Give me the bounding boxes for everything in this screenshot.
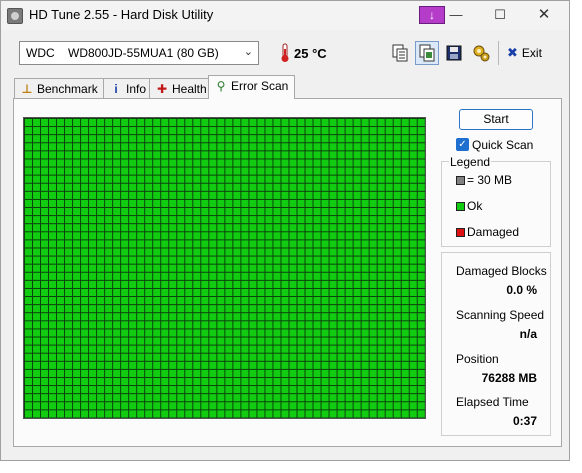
position-label: Position (456, 352, 499, 366)
copy-text-icon (392, 44, 408, 62)
app-icon (7, 8, 23, 24)
damaged-blocks-value: 0.0 % (506, 283, 537, 297)
copy-info-button[interactable] (415, 41, 439, 65)
toolbar-separator (498, 41, 499, 65)
tab-benchmark[interactable]: ⊥ Benchmark (14, 78, 105, 98)
legend-damaged-swatch (456, 228, 465, 237)
legend-ok-label: Ok (467, 199, 483, 213)
close-icon[interactable]: ✕ (527, 3, 561, 27)
legend-ok-swatch (456, 202, 465, 211)
save-button[interactable] (442, 41, 466, 65)
options-icon (473, 45, 490, 62)
elapsed-time-value: 0:37 (512, 414, 537, 428)
exit-button[interactable]: ✖ Exit (507, 45, 542, 61)
start-button[interactable]: Start (459, 109, 533, 130)
scan-block-grid (23, 117, 426, 419)
legend-title: Legend (449, 155, 492, 169)
tab-health-label: Health (172, 82, 207, 96)
tab-error-scan-label: Error Scan (231, 79, 289, 93)
minimize-icon[interactable]: — (439, 3, 473, 27)
window-title: HD Tune 2.55 - Hard Disk Utility (29, 7, 214, 22)
tab-health[interactable]: ✚ Health (149, 78, 214, 98)
damaged-blocks-label: Damaged Blocks (456, 264, 547, 278)
drive-select[interactable]: WDC WD800JD-55MUA1 (80 GB) ⌄ (19, 41, 259, 65)
app-window: HD Tune 2.55 - Hard Disk Utility ↓ — ☐ ✕… (0, 0, 570, 461)
tab-info[interactable]: i Info (103, 78, 154, 98)
elapsed-time-label: Elapsed Time (456, 395, 529, 409)
legend-damaged-label: Damaged (467, 225, 520, 239)
info-icon: i (114, 82, 118, 96)
benchmark-icon: ⊥ (21, 82, 33, 96)
save-icon (446, 45, 462, 61)
health-icon: ✚ (156, 82, 168, 96)
quick-scan-label[interactable]: Quick Scan (472, 138, 533, 152)
legend-block-label: = 30 MB (467, 173, 513, 187)
scanning-speed-value: n/a (519, 327, 537, 341)
legend-block-swatch (456, 176, 465, 185)
exit-label: Exit (521, 46, 542, 60)
options-button[interactable] (469, 41, 493, 65)
scanning-speed-label: Scanning Speed (456, 308, 545, 322)
thermometer-icon (281, 43, 289, 62)
quick-scan-checkbox[interactable]: ✓ (456, 138, 469, 151)
maximize-icon[interactable]: ☐ (483, 3, 517, 27)
exit-icon: ✖ (507, 45, 518, 60)
chevron-down-icon: ⌄ (243, 46, 253, 58)
temperature-readout: 25 °C (294, 46, 327, 61)
tab-info-label: Info (126, 82, 147, 96)
title-bar[interactable]: HD Tune 2.55 - Hard Disk Utility ↓ — ☐ ✕ (1, 1, 569, 30)
error-scan-icon: ⚲ (216, 79, 226, 93)
copy-text-button[interactable] (388, 41, 412, 65)
tab-error-scan[interactable]: ⚲ Error Scan (208, 75, 296, 99)
copy-info-icon (419, 44, 435, 62)
tab-benchmark-label: Benchmark (37, 82, 98, 96)
drive-select-value: WDC WD800JD-55MUA1 (80 GB) (26, 46, 219, 60)
position-value: 76288 MB (481, 371, 537, 385)
